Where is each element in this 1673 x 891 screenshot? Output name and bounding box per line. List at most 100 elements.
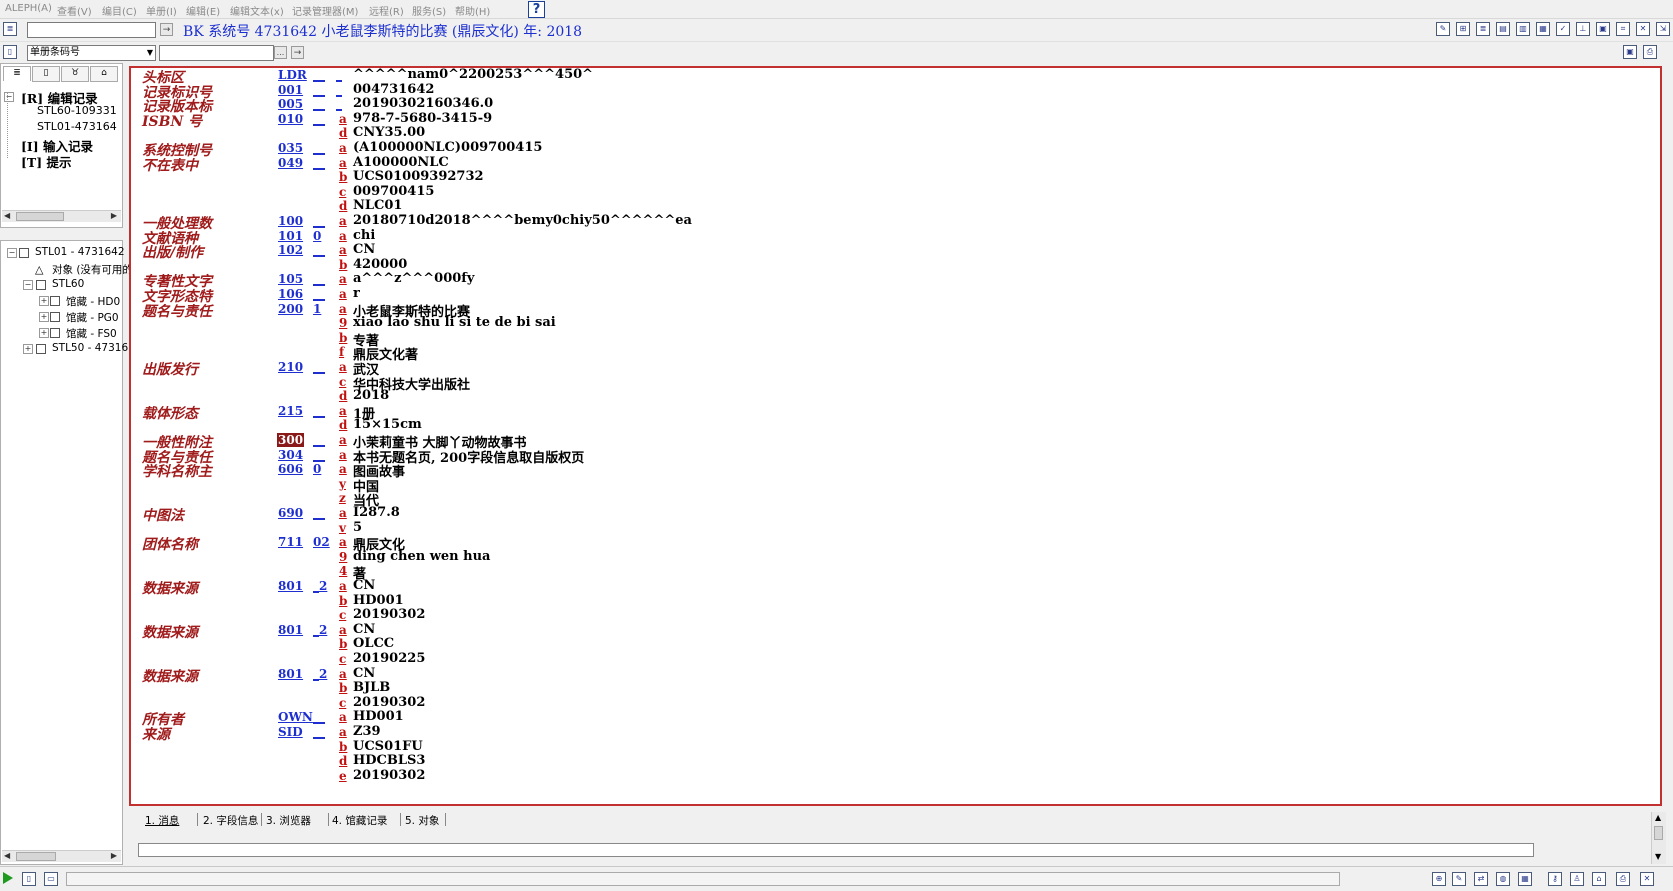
expand-icon[interactable]: ⇲ xyxy=(1656,22,1670,36)
nav-holding-hd[interactable]: 馆藏 - HD0 xyxy=(66,294,120,309)
check-icon[interactable]: ✓ xyxy=(1556,22,1570,36)
field-value[interactable]: Z39 xyxy=(353,724,381,739)
indicator-1[interactable]: __ xyxy=(313,156,327,170)
field-value[interactable]: 5 xyxy=(353,520,362,535)
subfield-code[interactable]: z xyxy=(339,491,346,505)
nav-holding-fs[interactable]: 馆藏 - FS0 xyxy=(66,326,117,341)
field-value[interactable]: 009700415 xyxy=(353,184,434,199)
subfield-code[interactable]: a xyxy=(339,360,347,374)
indicator-1[interactable]: __ xyxy=(313,97,327,111)
menu-aleph[interactable]: ALEPH(A) xyxy=(5,3,52,14)
field-tag[interactable]: 005 xyxy=(278,97,303,111)
tab-holdings-record[interactable]: 4. 馆藏记录 xyxy=(332,813,387,828)
tree-item-tips[interactable]: [T] 提示 xyxy=(21,152,71,171)
subfield-code[interactable]: a xyxy=(339,623,347,637)
subfield-code[interactable]: c xyxy=(339,185,346,199)
subfield-code[interactable]: d xyxy=(339,199,347,213)
indicator-1[interactable]: __ xyxy=(313,433,327,447)
connect-icon[interactable]: ⊕ xyxy=(1432,872,1446,886)
subfield-code[interactable]: 4 xyxy=(339,564,347,578)
menu-edit[interactable]: 编辑(E) xyxy=(186,3,220,18)
field-tag[interactable]: 304 xyxy=(278,448,303,462)
tab-holdings[interactable]: ⌂ xyxy=(90,66,118,82)
indicator-1[interactable]: __ xyxy=(313,360,327,374)
indicator-1[interactable]: _2 xyxy=(313,667,327,681)
field-tag[interactable]: 049 xyxy=(278,156,303,170)
subfield-code[interactable]: a xyxy=(339,667,347,681)
field-value[interactable]: 20190302 xyxy=(353,768,425,783)
menu-items[interactable]: 单册(I) xyxy=(146,3,177,18)
barcode-go-button[interactable]: → xyxy=(291,46,304,59)
barcode-browse-button[interactable]: ... xyxy=(274,46,287,59)
field-tag[interactable]: 801 xyxy=(278,667,303,681)
field-value[interactable]: HDCBLS3 xyxy=(353,753,425,768)
field-value[interactable]: HD001 xyxy=(353,709,404,724)
field-value[interactable]: 20190302 xyxy=(353,607,425,622)
menu-edit-text[interactable]: 编辑文本(x) xyxy=(230,3,284,18)
field-tag[interactable]: 606 xyxy=(278,462,303,476)
collapse-icon[interactable]: − xyxy=(4,92,14,102)
indicator-1[interactable]: __ xyxy=(313,272,327,286)
field-value[interactable]: 2018 xyxy=(353,388,389,403)
field-tag[interactable]: 102 xyxy=(278,243,303,257)
field-value[interactable]: 978-7-5680-3415-9 xyxy=(353,111,492,126)
subfield-code[interactable]: a xyxy=(339,272,347,286)
menu-help[interactable]: 帮助(H) xyxy=(455,3,490,18)
document-icon[interactable]: ▯ xyxy=(22,872,36,886)
subfield-code[interactable]: a xyxy=(339,229,347,243)
close-icon[interactable]: ✕ xyxy=(1640,872,1654,886)
tab-browser[interactable]: 3. 浏览器 xyxy=(266,813,311,828)
globe-icon[interactable]: ◍ xyxy=(1496,872,1510,886)
save-icon[interactable]: ▣ xyxy=(1596,22,1610,36)
field-value[interactable]: I287.8 xyxy=(353,505,400,520)
nav-holding-pg[interactable]: 馆藏 - PG0 xyxy=(66,310,119,325)
subfield-code[interactable]: a xyxy=(339,287,347,301)
scroll-right-icon[interactable]: ▶ xyxy=(111,851,117,860)
field-value[interactable]: OLCC xyxy=(353,636,394,651)
tree-top-hscroll[interactable]: ◀ ▶ xyxy=(2,210,121,222)
scroll-thumb[interactable] xyxy=(1654,826,1663,840)
expand-icon[interactable]: + xyxy=(39,296,49,306)
subfield-code[interactable]: a xyxy=(339,448,347,462)
field-value[interactable]: xiao lao shu li si te de bi sai xyxy=(353,315,556,330)
subfield-code[interactable]: a xyxy=(339,404,347,418)
subfield-code[interactable]: e xyxy=(339,769,347,783)
field-value[interactable]: CNY35.00 xyxy=(353,125,425,140)
field-tag[interactable]: 690 xyxy=(278,506,303,520)
field-value[interactable]: (A100000NLC)009700415 xyxy=(353,140,542,155)
scroll-down-icon[interactable]: ▼ xyxy=(1655,852,1661,861)
expand-icon[interactable]: + xyxy=(23,344,33,354)
indicator-1[interactable]: __ xyxy=(313,141,327,155)
indicator-1[interactable]: 1 xyxy=(313,302,327,316)
table-icon[interactable]: ▦ xyxy=(1518,872,1532,886)
window-icon[interactable]: ▣ xyxy=(1623,45,1637,59)
subfield-code[interactable]: 9 xyxy=(339,316,347,330)
field-value[interactable]: NLC01 xyxy=(353,198,402,213)
tab-records[interactable]: ≣ xyxy=(3,66,31,81)
close-doc-icon[interactable]: ✕ xyxy=(1636,22,1650,36)
field-tag[interactable]: 001 xyxy=(278,83,303,97)
indicator-1[interactable]: __ xyxy=(313,404,327,418)
field-tag[interactable]: 010 xyxy=(278,112,303,126)
search-record-icon[interactable]: ≣ xyxy=(3,22,17,36)
field-tag[interactable]: 035 xyxy=(278,141,303,155)
subfield-code[interactable]: a xyxy=(339,710,347,724)
field-value[interactable]: 20190302160346.0 xyxy=(353,96,493,111)
doc-icon[interactable]: ▥ xyxy=(1516,22,1530,36)
chevron-down-icon[interactable]: ▼ xyxy=(147,46,153,60)
indicator-1[interactable]: _2 xyxy=(313,623,327,637)
edit-icon[interactable]: ✎ xyxy=(1452,872,1466,886)
indicator-1[interactable]: 0 xyxy=(313,229,327,243)
print-icon[interactable]: ⎙ xyxy=(1643,45,1657,59)
tree-icon[interactable]: ⊞ xyxy=(1456,22,1470,36)
field-value[interactable]: 004731642 xyxy=(353,82,434,97)
subfield-code[interactable]: b xyxy=(339,740,347,754)
subfield-code[interactable]: 9 xyxy=(339,550,347,564)
subfield-code[interactable]: a xyxy=(339,112,347,126)
subfield-code[interactable]: b xyxy=(339,594,347,608)
scroll-left-icon[interactable]: ◀ xyxy=(4,211,10,220)
home-icon[interactable]: ⌂ xyxy=(1592,872,1606,886)
barcode-type-select[interactable]: 单册条码号 ▼ xyxy=(27,45,156,61)
subfield-code[interactable]: b xyxy=(339,258,347,272)
expand-icon[interactable]: + xyxy=(39,312,49,322)
